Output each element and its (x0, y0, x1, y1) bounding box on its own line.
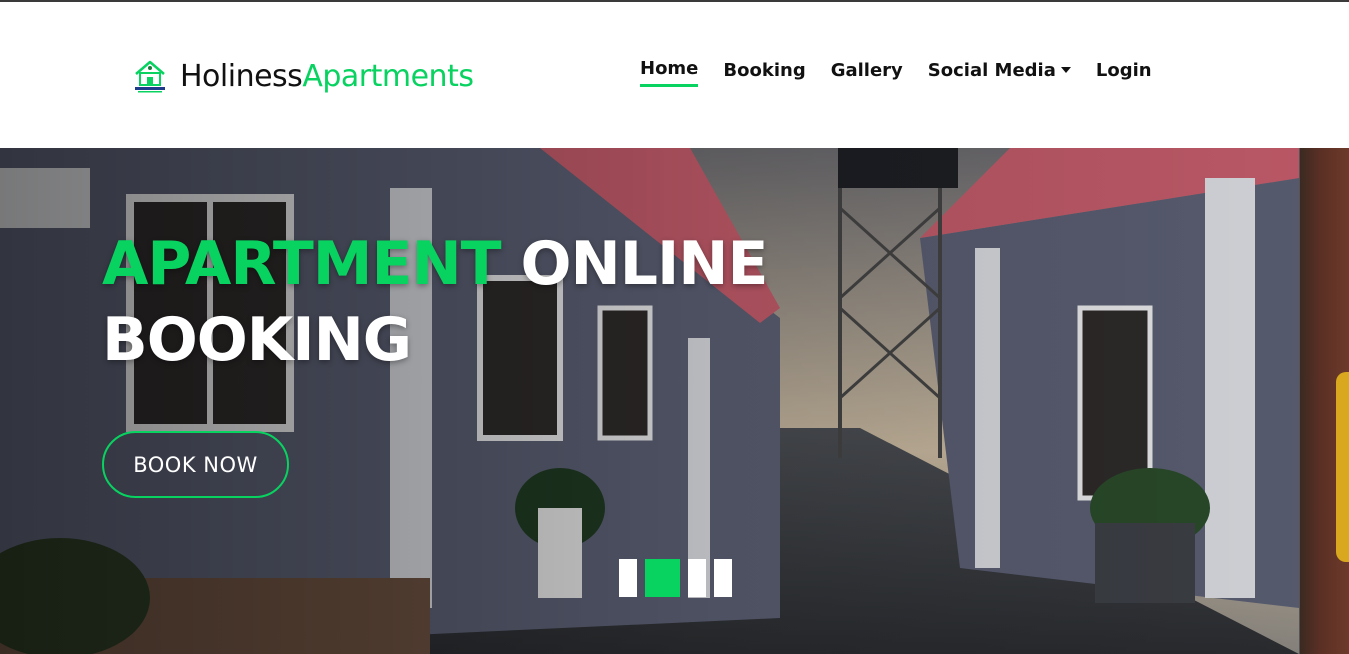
nav-gallery-label: Gallery (830, 59, 903, 81)
hero-title-accent: APARTMENT (102, 229, 502, 299)
carousel-indicator-1[interactable] (619, 559, 637, 597)
brand[interactable]: HolinessApartments (132, 54, 474, 98)
nav-social-media-label: Social Media (927, 59, 1056, 81)
main-nav: Home Booking Gallery Social Media Login (640, 58, 1152, 87)
hero-carousel: APARTMENT ONLINE BOOKING BOOK NOW (0, 148, 1349, 654)
nav-social-media-dropdown[interactable]: Social Media (928, 60, 1071, 86)
hero-title: APARTMENT ONLINE BOOKING (102, 226, 802, 378)
nav-home-label: Home (640, 58, 699, 79)
book-now-button[interactable]: BOOK NOW (102, 431, 289, 498)
next-slide-peek (1299, 148, 1349, 654)
house-logo-icon (135, 60, 165, 93)
brand-name: HolinessApartments (180, 58, 474, 94)
brand-name-accent: Apartments (302, 58, 474, 94)
nav-login[interactable]: Login (1096, 60, 1152, 86)
hero-title-line2: BOOKING (102, 305, 412, 375)
next-slide-detail (1336, 372, 1349, 562)
carousel-indicators (619, 559, 732, 597)
carousel-indicator-4[interactable] (714, 559, 732, 597)
carousel-indicator-3[interactable] (688, 559, 706, 597)
caret-down-icon (1060, 67, 1071, 73)
nav-home[interactable]: Home (640, 58, 699, 87)
nav-login-label: Login (1095, 59, 1152, 81)
carousel-indicator-2[interactable] (645, 559, 680, 597)
nav-gallery[interactable]: Gallery (831, 60, 903, 86)
hero-title-line1: ONLINE (520, 229, 769, 299)
brand-name-primary: Holiness (180, 58, 303, 94)
nav-booking[interactable]: Booking (723, 60, 805, 86)
site-header: HolinessApartments Home Booking Gallery … (0, 2, 1349, 148)
nav-booking-label: Booking (723, 59, 806, 81)
